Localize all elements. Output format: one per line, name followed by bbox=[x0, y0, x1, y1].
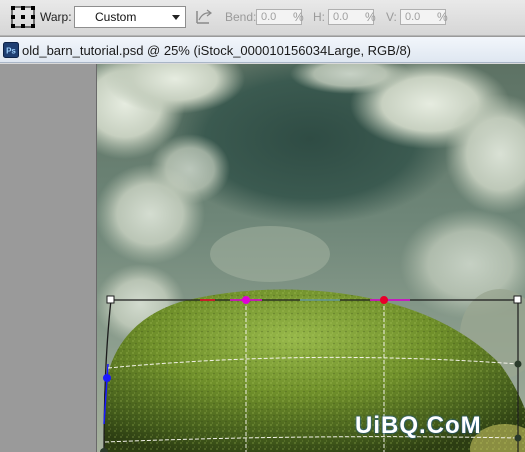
bend-label: Bend: bbox=[225, 10, 257, 24]
h-unit: % bbox=[365, 10, 376, 24]
watermark-text: UiBQ.CoM bbox=[355, 412, 482, 439]
warp-style-select[interactable]: Custom bbox=[74, 6, 186, 28]
app-icon-letters: Ps bbox=[6, 47, 16, 56]
warp-control-point[interactable] bbox=[103, 374, 111, 382]
warp-control-point[interactable] bbox=[380, 296, 388, 304]
options-bar: Warp: Custom Bend: 0.0 % H: 0.0 % V: 0.0… bbox=[0, 0, 525, 36]
change-warp-orientation-icon[interactable] bbox=[194, 7, 214, 27]
warp-label: Warp: bbox=[40, 10, 72, 24]
document-tab[interactable]: Ps old_barn_tutorial.psd @ 25% (iStock_0… bbox=[0, 37, 525, 63]
warp-corner-handle[interactable] bbox=[106, 295, 115, 304]
photoshop-document-icon: Ps bbox=[3, 42, 19, 58]
warp-control-point[interactable] bbox=[514, 434, 522, 442]
v-label: V: bbox=[386, 10, 397, 24]
canvas-edge bbox=[96, 64, 97, 452]
chevron-down-icon bbox=[172, 15, 180, 20]
v-unit: % bbox=[437, 10, 448, 24]
warp-style-value: Custom bbox=[95, 10, 137, 24]
warp-grid-icon[interactable] bbox=[11, 6, 35, 28]
photo-layer bbox=[97, 64, 525, 452]
document-window: Ps old_barn_tutorial.psd @ 25% (iStock_0… bbox=[0, 37, 525, 452]
warp-control-point[interactable] bbox=[242, 296, 250, 304]
bend-unit: % bbox=[293, 10, 304, 24]
h-label: H: bbox=[313, 10, 325, 24]
warp-control-point[interactable] bbox=[514, 360, 522, 368]
warp-corner-handle[interactable] bbox=[513, 295, 522, 304]
pasteboard bbox=[0, 64, 525, 452]
image-canvas[interactable] bbox=[0, 64, 525, 452]
document-title: old_barn_tutorial.psd @ 25% (iStock_0000… bbox=[22, 43, 412, 58]
